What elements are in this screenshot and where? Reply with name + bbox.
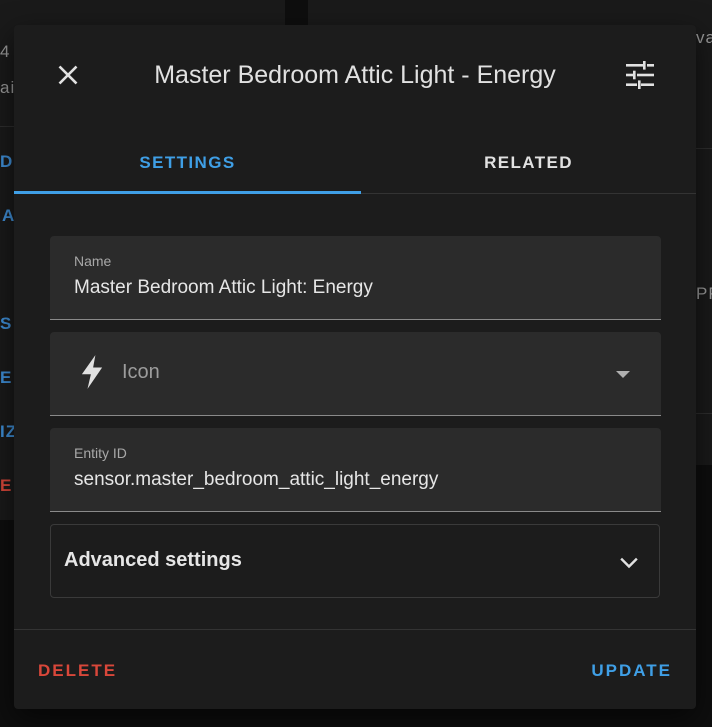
icon-picker[interactable]: Icon [50,332,661,416]
dialog-header: Master Bedroom Attic Light - Energy [14,25,696,121]
name-field[interactable]: Name Master Bedroom Attic Light: Energy [50,236,661,320]
name-field-label: Name [74,253,112,269]
chevron-down-icon [620,557,638,569]
dialog-tabs: SETTINGS RELATED [14,133,696,194]
tab-settings[interactable]: SETTINGS [14,133,361,193]
close-button[interactable] [50,57,86,93]
tab-related[interactable]: RELATED [361,133,696,193]
update-button[interactable]: UPDATE [581,653,682,689]
background-text-fragment: E [0,368,13,387]
background-text-fragment: PP [696,284,712,303]
entity-settings-dialog: Master Bedroom Attic Light - Energy SETT… [14,25,696,709]
advanced-settings-expander[interactable]: Advanced settings [50,524,660,598]
lightning-bolt-icon [81,355,103,389]
delete-button[interactable]: DELETE [28,653,127,689]
icon-picker-placeholder: Icon [122,361,160,383]
background-text-fragment: ai [0,78,16,97]
background-text-fragment: S [0,314,13,333]
entity-id-field-label: Entity ID [74,445,127,461]
background-text-fragment: 4 [0,42,11,61]
active-tab-indicator [14,191,361,194]
name-field-value[interactable]: Master Bedroom Attic Light: Energy [74,277,373,299]
background-text-fragment: va [696,28,712,47]
background-text-fragment: E [0,476,13,495]
close-icon [58,65,78,85]
footer-divider [14,629,696,630]
entity-id-field[interactable]: Entity ID sensor.master_bedroom_attic_li… [50,428,661,512]
tune-icon [626,61,654,89]
chevron-down-icon[interactable] [613,366,633,382]
advanced-settings-button[interactable] [620,55,660,95]
advanced-settings-label: Advanced settings [64,549,242,571]
dialog-title: Master Bedroom Attic Light - Energy [154,61,556,89]
entity-id-field-value[interactable]: sensor.master_bedroom_attic_light_energy [74,469,438,491]
